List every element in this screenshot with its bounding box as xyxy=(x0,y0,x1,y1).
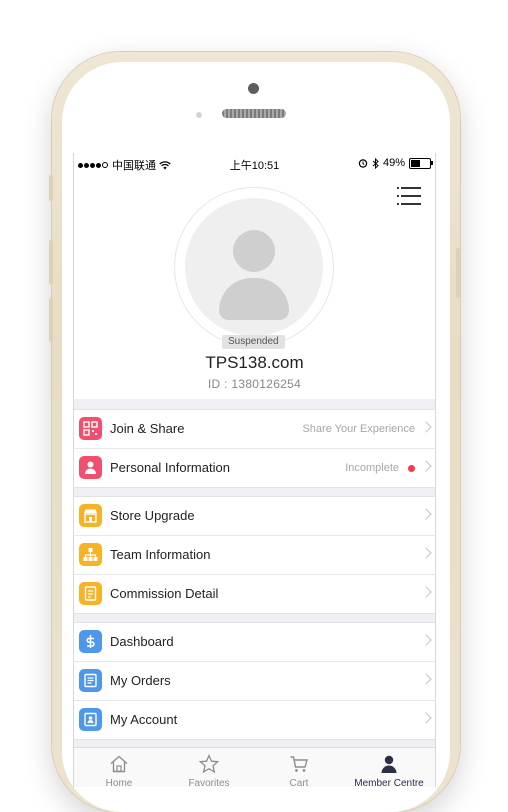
chevron-right-icon xyxy=(420,547,432,559)
menu-item-label: Personal Information xyxy=(110,460,230,475)
chevron-right-icon xyxy=(420,712,432,724)
team-tree-icon xyxy=(79,543,102,566)
menu-item-join-share[interactable]: Join & Share Share Your Experience xyxy=(74,410,435,449)
avatar-body xyxy=(219,278,289,320)
battery-percent: 49% xyxy=(382,157,405,169)
menu-group-2: Store Upgrade Team Information Commissio… xyxy=(74,496,435,614)
tab-favorites[interactable]: Favorites xyxy=(164,748,254,787)
account-icon xyxy=(79,708,102,731)
profile-header: Suspended TPS138.com ID : 1380126254 xyxy=(74,173,435,399)
menu-item-label: My Orders xyxy=(110,673,171,688)
chevron-right-icon xyxy=(420,634,432,646)
tab-member-centre[interactable]: Member Centre xyxy=(344,748,434,787)
side-button-volume-down xyxy=(49,298,53,342)
menu-group-1: Join & Share Share Your Experience Perso… xyxy=(74,409,435,488)
tab-cart[interactable]: Cart xyxy=(254,748,344,787)
tab-label: Home xyxy=(105,778,133,787)
menu-item-label: Join & Share xyxy=(110,421,185,436)
menu-item-store-upgrade[interactable]: Store Upgrade xyxy=(74,497,435,536)
alarm-icon xyxy=(358,159,368,168)
proximity-sensor xyxy=(196,112,202,118)
earpiece-speaker xyxy=(222,109,286,118)
tab-bar: Home Favorites Cart Member Centre xyxy=(74,747,435,787)
menu-item-commission-detail[interactable]: Commission Detail xyxy=(74,575,435,613)
menu-item-label: Team Information xyxy=(110,547,211,562)
star-icon xyxy=(199,754,219,774)
battery-icon xyxy=(409,157,433,169)
menu-item-label: Store Upgrade xyxy=(110,508,195,523)
tab-label: Member Centre xyxy=(354,778,424,787)
side-button-top xyxy=(49,175,53,201)
status-badge: Suspended xyxy=(222,335,285,349)
menu-item-label: My Account xyxy=(110,712,178,727)
menu-item-hint: Incomplete xyxy=(345,462,399,474)
power-button xyxy=(456,248,460,298)
person-icon xyxy=(79,456,102,479)
menu-list-icon[interactable] xyxy=(397,187,421,205)
menu-item-label: Dashboard xyxy=(110,634,174,649)
menu-item-hint: Share Your Experience xyxy=(302,423,415,435)
store-icon xyxy=(79,504,102,527)
menu-item-label: Commission Detail xyxy=(110,586,219,601)
menu-item-team-information[interactable]: Team Information xyxy=(74,536,435,575)
tab-label: Cart xyxy=(289,778,309,787)
battery-fill xyxy=(411,159,420,167)
chevron-right-icon xyxy=(420,421,432,433)
chevron-right-icon xyxy=(420,586,432,598)
qr-share-icon xyxy=(79,417,102,440)
orders-list-icon xyxy=(79,669,102,692)
dollar-icon xyxy=(79,630,102,653)
incomplete-dot xyxy=(408,465,415,472)
front-camera xyxy=(248,83,259,94)
chevron-right-icon xyxy=(420,508,432,520)
chevron-right-icon xyxy=(420,460,432,472)
menu-item-personal-information[interactable]: Personal Information Incomplete xyxy=(74,449,435,487)
member-id: ID : 1380126254 xyxy=(207,377,302,391)
side-button-volume-up xyxy=(49,240,53,284)
menu-item-my-account[interactable]: My Account xyxy=(74,701,435,739)
menu-group-3: Dashboard My Orders My Account xyxy=(74,622,435,740)
status-bar: 中国联通 上午10:51 49% xyxy=(74,153,435,173)
home-icon xyxy=(110,755,128,773)
avatar-head xyxy=(233,230,275,272)
tab-home[interactable]: Home xyxy=(74,748,164,787)
cart-icon xyxy=(290,756,308,772)
avatar[interactable] xyxy=(185,198,323,336)
menu-item-my-orders[interactable]: My Orders xyxy=(74,662,435,701)
site-name: TPS138.com xyxy=(205,353,304,372)
document-icon xyxy=(79,582,102,605)
status-right: 49% xyxy=(358,157,433,169)
menu-item-dashboard[interactable]: Dashboard xyxy=(74,623,435,662)
app-screen: 中国联通 上午10:51 49% Suspended TPS138.com ID… xyxy=(73,153,436,787)
member-icon xyxy=(381,755,397,773)
avatar-ring xyxy=(174,187,334,347)
chevron-right-icon xyxy=(420,673,432,685)
tab-label: Favorites xyxy=(188,778,230,787)
bluetooth-icon xyxy=(372,157,379,169)
